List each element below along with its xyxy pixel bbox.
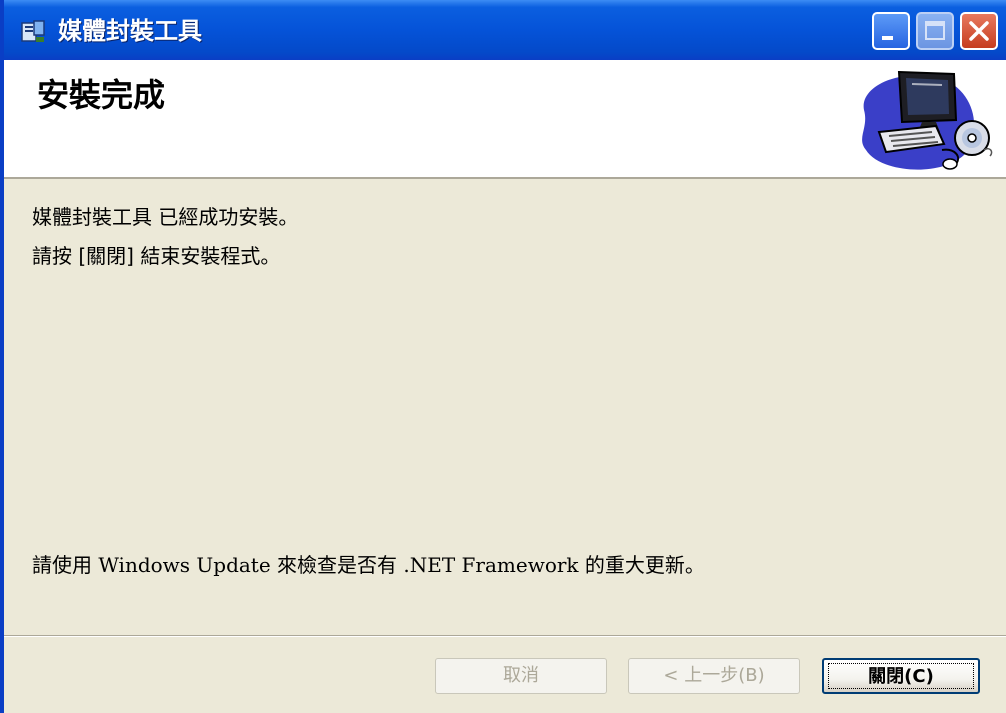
minimize-button[interactable] bbox=[872, 12, 910, 50]
installer-window: 媒體封裝工具 安裝完成 媒體封裝工具 已經成功安裝。 請按 [關閉] 結束安裝程… bbox=[0, 0, 1006, 713]
footer-divider bbox=[4, 635, 1006, 637]
back-button: < 上一步(B) bbox=[628, 658, 800, 694]
maximize-button bbox=[916, 12, 954, 50]
dialog-content: 媒體封裝工具 已經成功安裝。 請按 [關閉] 結束安裝程式。 請使用 Windo… bbox=[4, 179, 1006, 635]
window-title: 媒體封裝工具 bbox=[58, 17, 202, 45]
minimize-icon bbox=[882, 36, 893, 40]
maximize-icon bbox=[925, 21, 945, 40]
title-bar[interactable]: 媒體封裝工具 bbox=[4, 0, 1006, 60]
cancel-button: 取消 bbox=[435, 658, 607, 694]
focus-ring bbox=[828, 663, 974, 689]
close-instruction: 請按 [關閉] 結束安裝程式。 bbox=[32, 244, 281, 268]
close-icon bbox=[969, 21, 989, 41]
success-message: 媒體封裝工具 已經成功安裝。 bbox=[32, 205, 299, 229]
close-button[interactable]: 關閉(C) bbox=[822, 658, 980, 694]
header-banner: 安裝完成 bbox=[4, 60, 1006, 179]
computer-with-cd-icon bbox=[862, 70, 993, 170]
page-title: 安裝完成 bbox=[37, 76, 166, 114]
close-window-button[interactable] bbox=[960, 12, 998, 50]
update-notice: 請使用 Windows Update 來檢查是否有 .NET Framework… bbox=[32, 553, 705, 577]
installer-app-icon bbox=[20, 19, 46, 43]
